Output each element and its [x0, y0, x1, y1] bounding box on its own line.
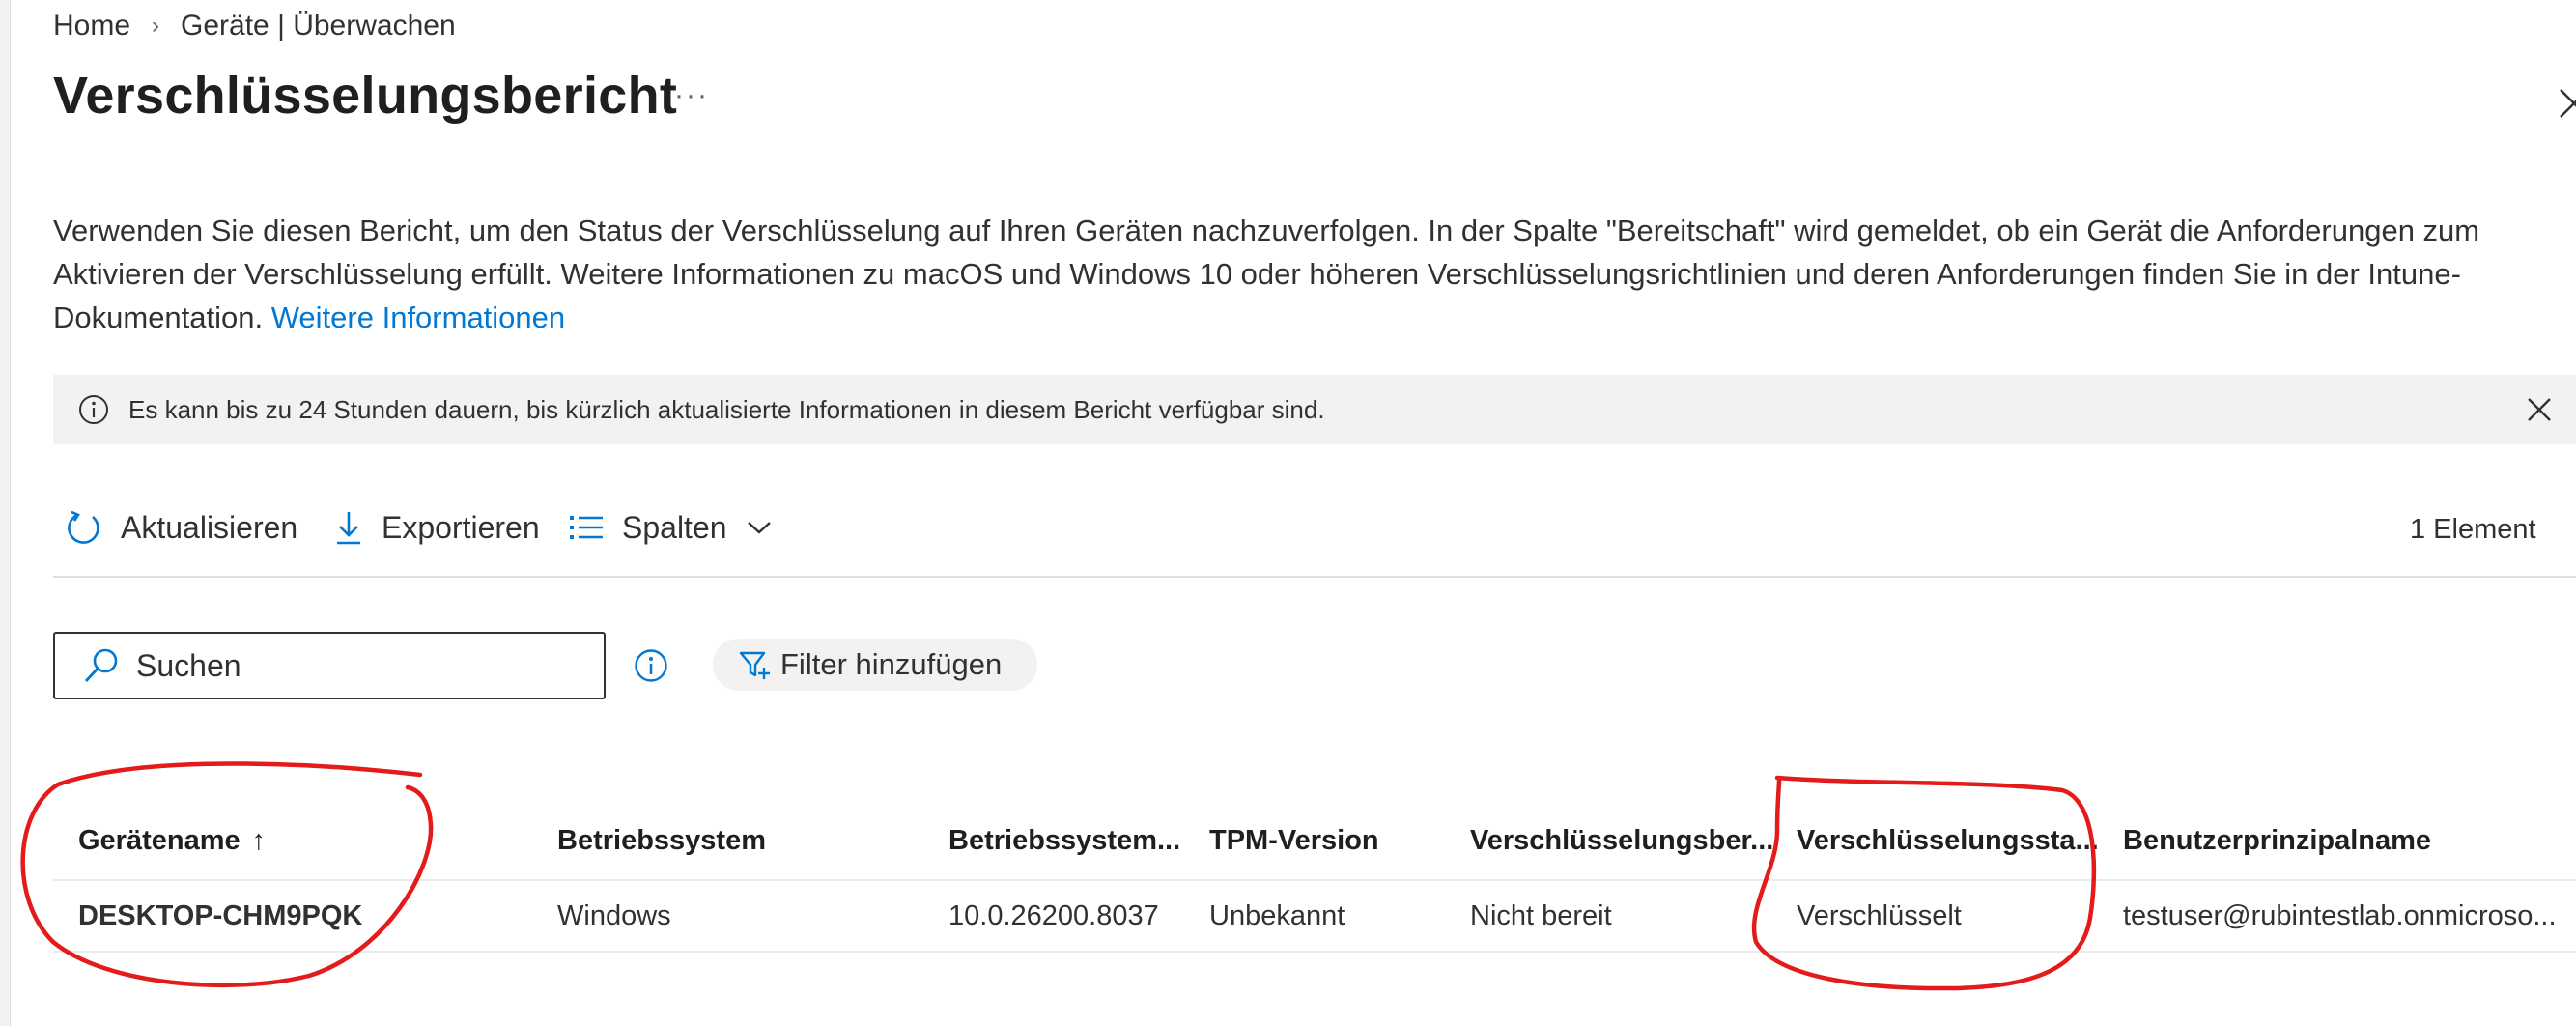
dismiss-banner-icon[interactable] [2526, 396, 2553, 423]
column-header-encryption-status[interactable]: Verschlüsselungssta... [1797, 802, 2106, 879]
column-header-device-name[interactable]: Gerätename ↑ [78, 802, 523, 879]
info-banner: Es kann bis zu 24 Stunden dauern, bis kü… [53, 375, 2576, 444]
export-label: Exportieren [382, 509, 540, 545]
breadcrumb: Home › Geräte | Überwachen [53, 10, 456, 43]
table-row[interactable]: DESKTOP-CHM9PQK Windows 10.0.26200.8037 … [53, 881, 2576, 953]
search-info-icon[interactable] [634, 648, 668, 683]
breadcrumb-home[interactable]: Home [53, 10, 130, 43]
columns-button[interactable]: Spalten [568, 508, 774, 547]
breadcrumb-separator-icon: › [152, 13, 160, 39]
page-title: Verschlüsselungsbericht [53, 67, 678, 125]
column-header-encryption-readiness[interactable]: Verschlüsselungsber... [1470, 802, 1779, 879]
breadcrumb-current[interactable]: Geräte | Überwachen [181, 10, 456, 43]
columns-label: Spalten [622, 509, 727, 545]
banner-message: Es kann bis zu 24 Stunden dauern, bis kü… [128, 394, 1325, 424]
os-version-cell: 10.0.26200.8037 [948, 899, 1159, 931]
refresh-button[interactable]: Aktualisieren [65, 508, 297, 547]
more-info-link[interactable]: Weitere Informationen [271, 300, 565, 334]
search-icon [84, 648, 118, 682]
filter-add-icon [739, 651, 770, 679]
chevron-down-icon [747, 522, 771, 534]
left-edge-bar [0, 0, 11, 1026]
os-cell: Windows [557, 899, 671, 931]
sort-ascending-icon: ↑ [251, 824, 267, 856]
add-filter-label: Filter hinzufügen [780, 647, 1003, 681]
report-description: Verwenden Sie diesen Bericht, um den Sta… [53, 209, 2526, 339]
item-count: 1 Element [2410, 514, 2536, 545]
column-header-os-version[interactable]: Betriebssystem... [948, 802, 1190, 879]
column-header-tpm-version[interactable]: TPM-Version [1209, 802, 1451, 879]
refresh-icon [68, 510, 99, 544]
search-box[interactable] [53, 632, 606, 699]
export-button[interactable]: Exportieren [333, 508, 540, 547]
tpm-version-cell: Unbekannt [1209, 899, 1345, 931]
encryption-status-link[interactable]: Verschlüsselt [1797, 881, 2106, 951]
column-header-upn[interactable]: Benutzerprinzipalname [2123, 802, 2567, 879]
add-filter-button[interactable]: Filter hinzufügen [713, 639, 1037, 691]
encryption-readiness-cell: Nicht bereit [1470, 899, 1612, 931]
encryption-report-table: Gerätename ↑ Betriebssystem Betriebssyst… [53, 802, 2576, 953]
download-icon [337, 512, 360, 545]
table-header-row: Gerätename ↑ Betriebssystem Betriebssyst… [53, 802, 2576, 881]
device-name-link[interactable]: DESKTOP-CHM9PQK [78, 881, 523, 951]
refresh-label: Aktualisieren [121, 509, 298, 545]
columns-list-icon [570, 516, 603, 539]
search-input[interactable] [134, 646, 582, 685]
column-header-os[interactable]: Betriebssystem [557, 802, 924, 879]
more-actions-button[interactable]: ··· [674, 79, 709, 112]
info-icon [79, 395, 108, 424]
close-icon [2560, 89, 2576, 118]
close-panel-button[interactable] [2555, 82, 2576, 121]
command-bar: Aktualisieren Exportieren Spalten 1 Elem… [53, 502, 2576, 578]
upn-cell: testuser@rubintestlab.onmicroso... [2123, 899, 2557, 931]
